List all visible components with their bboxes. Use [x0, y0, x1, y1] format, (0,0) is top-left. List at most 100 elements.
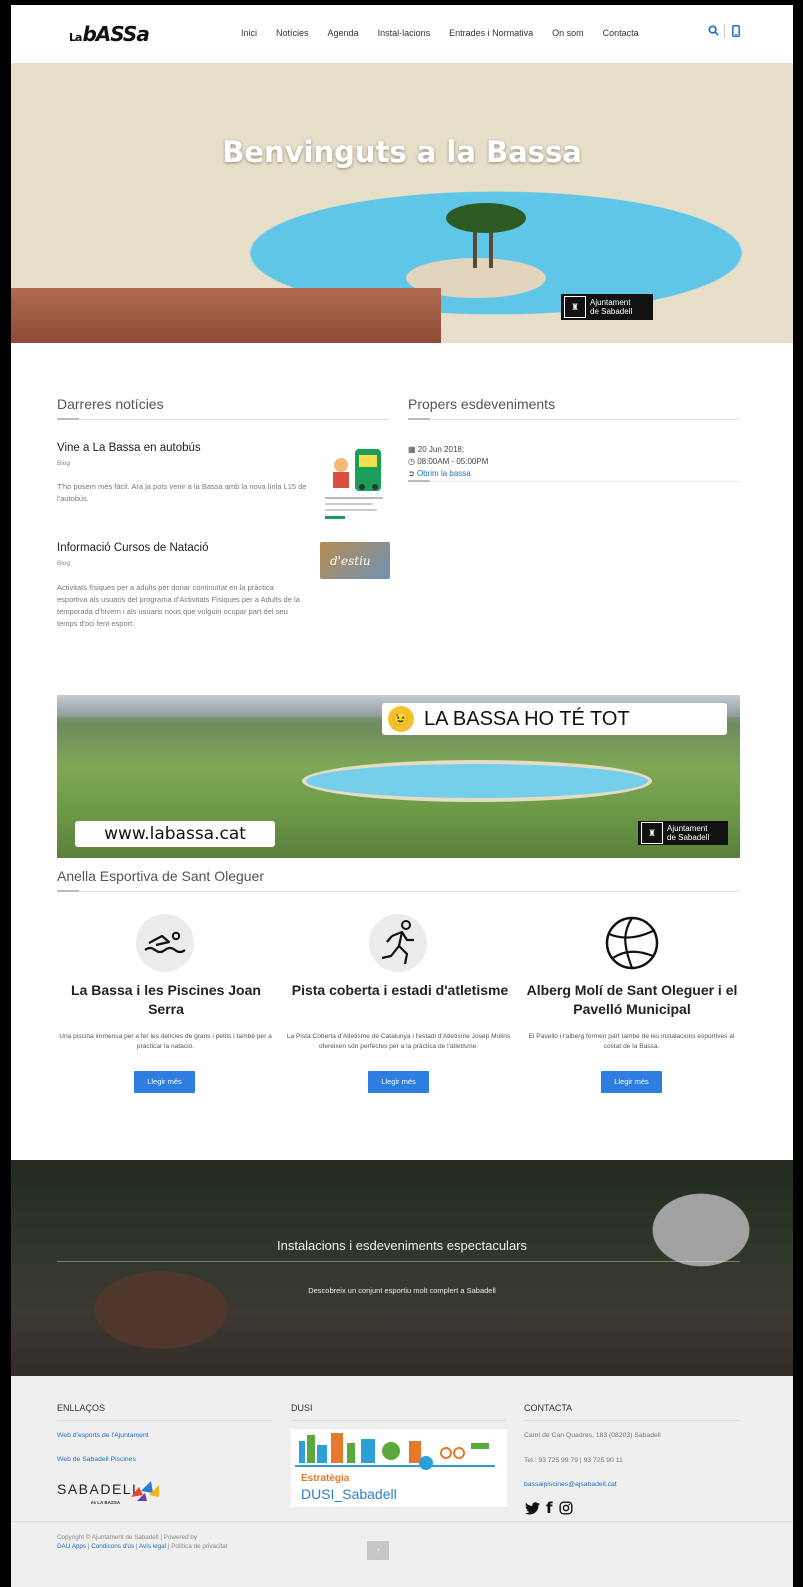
anella-rule — [57, 890, 740, 892]
read-more-button[interactable]: Llegir més — [368, 1071, 429, 1093]
nav-inici[interactable]: Inici — [241, 28, 257, 38]
shield-icon: ♜ — [641, 822, 663, 844]
contact-phone: Tel.: 93 725 99 79 | 93 725 90 11 — [524, 1457, 623, 1464]
search-icon[interactable] — [708, 25, 719, 39]
news-thumbnail-estiu[interactable]: d'estiu — [320, 542, 390, 579]
badge-line: Ajuntament — [667, 824, 708, 833]
dusi-line1: Estratègia — [301, 1473, 350, 1484]
facility-title: Alberg Molí de Sant Oleguer i el Pavelló… — [526, 982, 738, 1017]
page: LabASSa Inici Notícies Agenda Instal·lac… — [11, 5, 793, 1587]
read-more-button[interactable]: Llegir més — [601, 1071, 662, 1093]
footer-rule — [57, 1420, 272, 1421]
footer-contact-title: CONTACTA — [524, 1403, 573, 1413]
ajuntament-badge: ♜ Ajuntament de Sabadell — [638, 821, 728, 845]
event-time-text: 08:00AM - 05:00PM — [417, 457, 489, 466]
twitter-icon[interactable] — [525, 1501, 540, 1515]
copyright: Copyright © Ajuntament de Sabadell | Pow… — [57, 1534, 228, 1550]
facility-description: El Pavelló i l'alberg formen part també … — [528, 1033, 735, 1050]
facebook-icon[interactable]: f — [546, 1499, 553, 1517]
news-item-title[interactable]: Vine a La Bassa en autobús — [57, 442, 201, 454]
nav-installacions[interactable]: Instal·lacions — [378, 28, 431, 38]
shield-icon: ♜ — [564, 296, 586, 318]
banner-slogan-text: LA BASSA HO TÉ TOT — [424, 707, 630, 730]
events-showcase-band: Instalacions i esdeveniments espectacula… — [11, 1160, 793, 1376]
band-subtitle: Descobreix un conjunt esportiu molt comp… — [308, 1286, 496, 1295]
social-icons: f — [525, 1499, 573, 1517]
event-link[interactable]: Obrim la bassa — [417, 469, 471, 478]
palm-crown — [446, 203, 526, 233]
news-rule — [57, 418, 389, 420]
clock-icon: ◷ — [408, 457, 415, 466]
instagram-icon[interactable] — [558, 1501, 573, 1515]
facility-title: La Bassa i les Piscines Joan Serra — [71, 982, 261, 1017]
nav-entrades[interactable]: Entrades i Normativa — [449, 28, 533, 38]
thumbnail-text: d'estiu — [330, 554, 371, 568]
contact-email[interactable]: bassaipiscines@ajsabadell.cat — [524, 1481, 617, 1488]
band-title: Instalacions i esdeveniments espectacula… — [276, 1238, 528, 1253]
sabadell-logo-sub: és LA BASSA — [91, 1500, 121, 1505]
read-more-button[interactable]: Llegir més — [134, 1071, 195, 1093]
dusi-logo[interactable]: Estratègia DUSI_Sabadell — [291, 1429, 507, 1507]
runner-icon — [369, 914, 427, 972]
nav-agenda[interactable]: Agenda — [328, 28, 359, 38]
news-item-title[interactable]: Informació Cursos de Natació — [57, 542, 208, 554]
event-time: ◷ 08:00AM - 05:00PM — [408, 457, 488, 466]
nav-contacta[interactable]: Contacta — [603, 28, 639, 38]
hero-title: Benvinguts a la Bassa — [222, 135, 582, 169]
logo-main: bASSa — [82, 22, 149, 46]
sabadell-logo-text: SABADELL — [57, 1481, 142, 1497]
wink-emoji-icon: 😉 — [388, 706, 414, 732]
volleyball-icon — [603, 914, 661, 972]
badge-line: de Sabadell — [590, 307, 633, 316]
main-nav: Inici Notícies Agenda Instal·lacions Ent… — [241, 28, 658, 38]
swimmer-icon — [136, 914, 194, 972]
logo-prefix: La — [69, 31, 82, 44]
hero-roof — [11, 288, 441, 343]
band-rule — [57, 1261, 740, 1262]
calendar-icon: ▦ — [408, 445, 416, 454]
news-item-text: T'ho posem més fàcil. Ara ja pots venir … — [57, 482, 307, 503]
events-rule — [408, 418, 740, 420]
footer-link-piscines[interactable]: Web de Sabadell Piscines — [57, 1456, 136, 1463]
mobile-icon[interactable] — [732, 25, 740, 40]
anella-section-title: Anella Esportiva de Sant Oleguer — [57, 868, 265, 884]
event-date: ▦ 20 Jun 2018; — [408, 445, 464, 454]
news-item-text: Activitats físiques per a adults per don… — [57, 583, 300, 628]
link-arrow-icon: ➲ — [408, 469, 415, 478]
nav-on-som[interactable]: On som — [552, 28, 584, 38]
events-section-title: Propers esdeveniments — [408, 396, 556, 412]
nav-noticies[interactable]: Notícies — [276, 28, 309, 38]
badge-line: Ajuntament — [590, 298, 631, 307]
news-item-category[interactable]: Blog — [57, 460, 70, 467]
badge-line: de Sabadell — [667, 833, 710, 842]
site-logo[interactable]: LabASSa — [69, 22, 150, 46]
site-header: LabASSa Inici Notícies Agenda Instal·lac… — [11, 5, 793, 63]
ajuntament-badge: ♜ Ajuntament de Sabadell — [561, 294, 653, 320]
footer-rule — [291, 1420, 506, 1421]
link-avis-legal[interactable]: Avís legal — [139, 1543, 166, 1550]
banner-url: www.labassa.cat — [75, 821, 275, 847]
footer-bottom-rule — [11, 1521, 793, 1522]
link-politica-privacitat[interactable]: Política de privacitat — [171, 1543, 227, 1550]
header-divider — [724, 24, 725, 38]
facility-description: La Pista Coberta d'Atletisme de Cataluny… — [286, 1033, 511, 1050]
news-thumbnail-bus[interactable] — [323, 443, 388, 523]
footer-dusi-title: DUSI — [291, 1403, 313, 1413]
band-overlay — [11, 1160, 793, 1376]
facility-description: Una piscina immensa per a fer les delíci… — [59, 1033, 272, 1050]
dusi-line2: DUSI_Sabadell — [301, 1486, 397, 1502]
promo-banner[interactable]: 😉 LA BASSA HO TÉ TOT www.labassa.cat ♜ A… — [57, 695, 740, 858]
hero-image: Benvinguts a la Bassa ♜ Ajuntament de Sab… — [11, 63, 793, 343]
event-date-text: 20 Jun 2018; — [417, 445, 465, 454]
event-divider — [408, 480, 740, 482]
back-to-top-button[interactable]: ↑ — [367, 1541, 389, 1560]
link-dau-apps[interactable]: DAU Apps — [57, 1543, 86, 1550]
footer-rule — [524, 1420, 740, 1421]
news-item-category[interactable]: Blog — [57, 560, 70, 567]
contact-address: Camí de Can Quadres, 183 (08203) Sabadel… — [524, 1432, 661, 1439]
link-condicions[interactable]: Condicons d'ús — [91, 1543, 134, 1550]
footer-link-esports[interactable]: Web d'esports de l'Ajuntament — [57, 1432, 149, 1439]
copyright-text: Copyright © Ajuntament de Sabadell | Pow… — [57, 1534, 197, 1541]
sabadell-logo[interactable]: SABADELL és LA BASSA — [57, 1477, 167, 1509]
facility-title: Pista coberta i estadi d'atletisme — [291, 982, 509, 998]
